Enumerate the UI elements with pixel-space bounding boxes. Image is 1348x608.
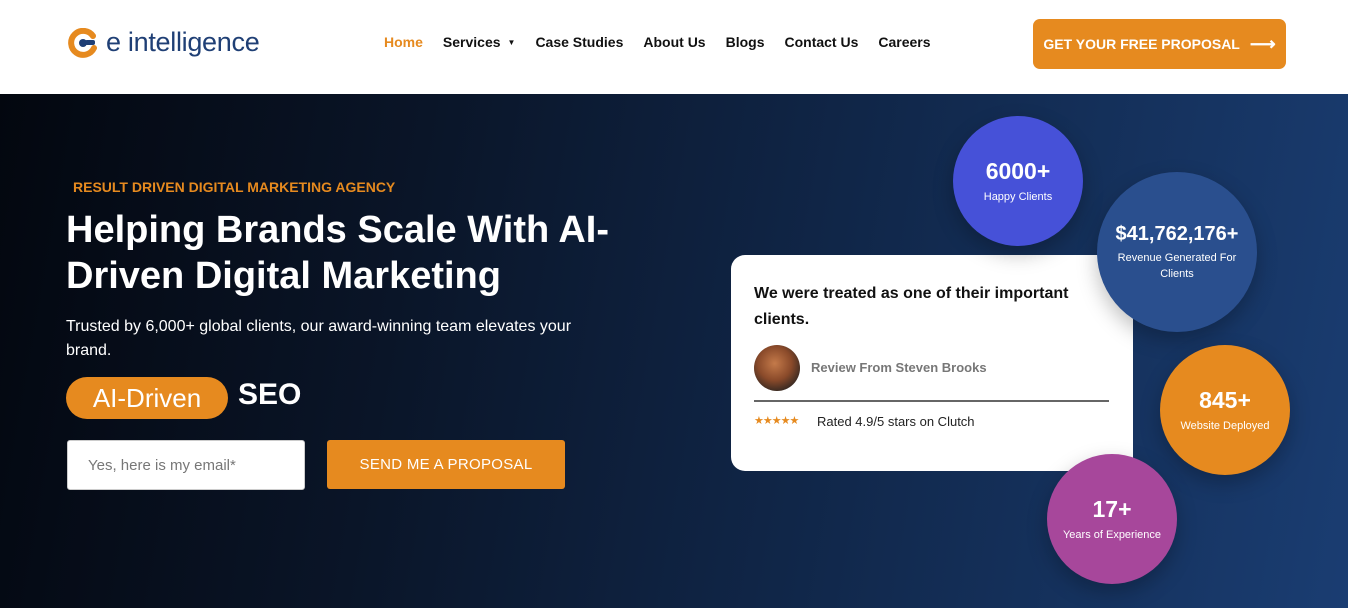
nav-about-us[interactable]: About Us bbox=[643, 34, 705, 50]
free-proposal-label: GET YOUR FREE PROPOSAL bbox=[1043, 36, 1240, 52]
nav-home-label: Home bbox=[384, 34, 423, 50]
nav-services[interactable]: Services ▼ bbox=[443, 34, 516, 50]
logo-icon bbox=[67, 27, 97, 58]
stat-value: 6000+ bbox=[985, 157, 1051, 184]
nav-services-label: Services bbox=[442, 34, 501, 50]
arrow-right-icon: ⟶ bbox=[1249, 33, 1276, 54]
site-header: e intelligence Home Services ▼ Case Studi… bbox=[0, 0, 1348, 94]
nav-about-us-label: About Us bbox=[643, 34, 706, 50]
nav-blogs-label: Blogs bbox=[725, 34, 765, 50]
nav-home[interactable]: Home bbox=[384, 34, 423, 50]
star-rating-icon: ★★★★★ bbox=[754, 415, 799, 427]
reviewer-name: Review From Steven Brooks bbox=[811, 360, 987, 375]
nav-blogs[interactable]: Blogs bbox=[726, 34, 765, 50]
stat-websites: 845+ Website Deployed bbox=[1160, 345, 1290, 475]
divider bbox=[754, 400, 1109, 402]
free-proposal-button[interactable]: GET YOUR FREE PROPOSAL ⟶ bbox=[1033, 19, 1286, 69]
stat-label: Revenue Generated For Clients bbox=[1117, 251, 1237, 280]
review-card: We were treated as one of their importan… bbox=[731, 255, 1133, 471]
stat-label: Happy Clients bbox=[983, 190, 1053, 203]
nav-case-studies[interactable]: Case Studies bbox=[535, 34, 623, 50]
logo[interactable]: e intelligence bbox=[67, 27, 260, 58]
stat-revenue: $41,762,176+ Revenue Generated For Clien… bbox=[1097, 172, 1257, 332]
nav-contact-us-label: Contact Us bbox=[784, 34, 859, 50]
main-nav: Home Services ▼ Case Studies About Us Blo… bbox=[384, 34, 951, 50]
nav-contact-us[interactable]: Contact Us bbox=[784, 34, 858, 50]
stat-value: 845+ bbox=[1199, 386, 1251, 413]
keyword-suffix: SEO bbox=[238, 378, 302, 411]
email-input[interactable] bbox=[67, 440, 305, 490]
hero-subtext: Trusted by 6,000+ global clients, our aw… bbox=[66, 318, 572, 359]
avatar bbox=[754, 345, 800, 391]
nav-case-studies-label: Case Studies bbox=[535, 34, 624, 50]
hero-section: RESULT DRIVEN DIGITAL MARKETING AGENCY H… bbox=[0, 94, 1348, 608]
stat-label: Website Deployed bbox=[1180, 419, 1270, 432]
nav-careers[interactable]: Careers bbox=[878, 34, 930, 50]
send-proposal-button[interactable]: SEND ME A PROPOSAL bbox=[327, 440, 565, 489]
rotating-keyword-pill: AI-Driven bbox=[66, 377, 228, 419]
logo-text: e intelligence bbox=[106, 27, 260, 57]
stat-label: Years of Experience bbox=[1062, 528, 1162, 541]
caret-down-icon: ▼ bbox=[507, 37, 516, 47]
hero-headline: Helping Brands Scale With AI-Driven Digi… bbox=[66, 209, 609, 297]
stat-years: 17+ Years of Experience bbox=[1047, 454, 1177, 584]
review-quote: We were treated as one of their importan… bbox=[754, 285, 1069, 328]
nav-careers-label: Careers bbox=[878, 34, 931, 50]
stat-value: 17+ bbox=[1092, 495, 1132, 522]
rating-text: Rated 4.9/5 stars on Clutch bbox=[817, 414, 975, 429]
stat-happy-clients: 6000+ Happy Clients bbox=[953, 116, 1083, 246]
stat-value: $41,762,176+ bbox=[1115, 222, 1239, 245]
hero-tagline: RESULT DRIVEN DIGITAL MARKETING AGENCY bbox=[73, 179, 396, 195]
